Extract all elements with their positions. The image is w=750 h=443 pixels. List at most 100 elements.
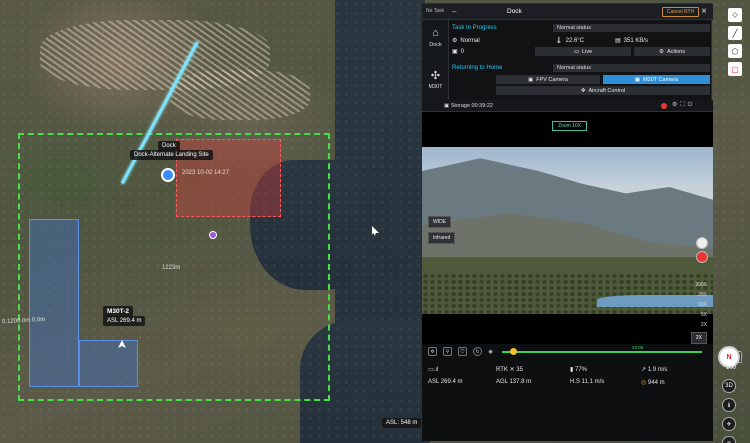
drone-device[interactable]: ✣ M30T: [422, 68, 449, 91]
dock-device[interactable]: ⌂ Dock: [422, 26, 449, 48]
dock-status-text: Normal status: [557, 25, 591, 31]
m30t-camera-button[interactable]: ▣ M30T Camera: [603, 75, 710, 84]
pin-tool-icon[interactable]: ⬦: [728, 8, 742, 22]
live-button[interactable]: ▭ Live: [535, 47, 631, 56]
aircraft-control-label: Aircraft Control: [588, 87, 626, 94]
device-panel: No Task – Dock Cancel RTH × ⌂ Dock ✣ M30…: [421, 3, 713, 441]
playback-controls: ✲ ⚲ ⛉ ↻ ◉ 23:06: [422, 344, 713, 360]
line-tool-icon[interactable]: ╱: [728, 26, 742, 40]
task-area: Task In Progress Normal status ⚙ Normal 🌡…: [449, 20, 713, 104]
satellite-icon: ✕: [509, 367, 515, 373]
camera-feed[interactable]: Zoom 10X WIDE Infrared 200X 20X 10X 5X 2…: [422, 112, 713, 349]
camera-icon: ▣: [528, 76, 534, 83]
zoom-10x[interactable]: 10X: [698, 302, 707, 308]
zoom-2x-button[interactable]: 2X: [690, 332, 707, 344]
dock-mode-text: Normal: [460, 37, 480, 44]
info-icon[interactable]: ℹ: [722, 398, 736, 412]
actions-icon: ⚙: [659, 48, 664, 55]
battery-status: ▮ 77%: [570, 366, 587, 373]
timeline-thumb[interactable]: [510, 348, 517, 355]
rotate-icon[interactable]: ↻: [473, 347, 482, 356]
infrared-button[interactable]: Infrared: [428, 232, 456, 244]
aircraft-task-label: Returning to Home: [452, 65, 503, 71]
distance-readout: ◎ 944 m: [641, 379, 665, 386]
timeline-track[interactable]: [502, 351, 702, 353]
zoom-levels: 200X 20X 10X 5X 2X: [695, 282, 707, 328]
hs-readout: H.S 11.1 m/s: [570, 379, 605, 385]
polygon-tool-icon[interactable]: ⬠: [728, 44, 742, 58]
3d-icon[interactable]: 3D: [722, 379, 736, 393]
speed-text: 351 KB/s: [623, 37, 649, 44]
circle-tool-icon[interactable]: ▢: [728, 62, 742, 76]
storage-text: ▣ Storage 00:39:22: [444, 103, 493, 109]
cancel-rtb-button[interactable]: Cancel RTH: [662, 7, 700, 17]
waypoint-icon[interactable]: ◉: [486, 347, 495, 356]
wide-button[interactable]: WIDE: [428, 216, 452, 228]
device-column: ⌂ Dock ✣ M30T: [422, 20, 449, 104]
dock-device-label: Dock: [429, 42, 442, 48]
shield-icon[interactable]: ⛉: [458, 347, 467, 356]
video-settings-icons[interactable]: ⚙⛶⏻: [672, 101, 695, 109]
live-icon: ▭: [573, 48, 580, 55]
person-icon[interactable]: ⚲: [443, 347, 452, 356]
waypoint-marker[interactable]: [209, 231, 217, 239]
record-icon[interactable]: [661, 103, 667, 109]
map-view-tools: N 3D ℹ ✈ ◎: [718, 346, 740, 443]
dock-location-pin[interactable]: [161, 168, 175, 182]
agl-readout: AGL 137.8 m: [496, 379, 532, 385]
collapse-icon[interactable]: –: [452, 7, 456, 16]
wind-status: ↗ 1.9 m/s: [641, 366, 667, 373]
dock-count: ▣ 0: [452, 48, 465, 56]
camera-icon: ▣: [634, 76, 641, 83]
zoom-chip: Zoom 10X: [552, 121, 588, 131]
battery-text: 77%: [574, 367, 587, 373]
mode-icon: ⚙: [452, 38, 458, 44]
record-button[interactable]: [696, 251, 708, 263]
drone-icon: ✣: [430, 69, 441, 82]
panel-title: Dock: [507, 8, 522, 15]
dock-icon: ⌂: [432, 27, 439, 39]
map-scale: 100: [725, 365, 736, 371]
network-icon: ▤: [615, 38, 621, 44]
lock-icon: ▣: [444, 103, 451, 109]
gimbal-icon[interactable]: ✲: [428, 347, 437, 356]
fpv-label: FPV Camera: [536, 76, 568, 83]
distance-label: 1223m: [162, 265, 181, 271]
temperature-icon: 🌡: [555, 38, 563, 44]
zoom-2x[interactable]: 2X: [701, 322, 707, 328]
zoom-200x[interactable]: 200X: [695, 282, 707, 288]
plane-icon[interactable]: ✈: [722, 417, 736, 431]
panel-header: No Task – Dock Cancel RTH ×: [422, 4, 713, 20]
cancel-rtb-label: Cancel RTH: [667, 9, 695, 15]
storage-icon: ▣: [452, 49, 458, 55]
count-text: 0: [460, 48, 465, 55]
timeline-marker: 23:06: [632, 345, 644, 350]
dock-mode: ⚙ Normal: [452, 37, 480, 45]
aircraft-status-pill: Normal status: [553, 64, 710, 72]
fpv-camera-button[interactable]: ▣ FPV Camera: [496, 75, 600, 84]
zoom-5x[interactable]: 5X: [701, 312, 707, 318]
red-zone-label: 2023 10-02 14:27: [182, 170, 230, 176]
control-icon: ✥: [580, 87, 586, 94]
photo-button[interactable]: [696, 237, 708, 249]
dock-speed: ▤ 351 KB/s: [615, 37, 649, 45]
alt-site-label: Dock-Alternate Landing Site: [130, 150, 213, 160]
home-distance-icon: ◎: [641, 380, 648, 386]
distance-text: 944 m: [647, 380, 665, 386]
temperature-text: 22.6°C: [565, 37, 585, 44]
actions-button[interactable]: ⚙ Actions: [634, 47, 710, 56]
zoom-20x[interactable]: 20X: [698, 292, 707, 298]
close-icon[interactable]: ×: [701, 6, 707, 17]
live-label: Live: [582, 48, 593, 55]
bottom-asl-tag: ASL: 548 m: [382, 418, 422, 428]
dock-task-label: Task In Progress: [452, 25, 497, 31]
no-task-label: No Task: [426, 8, 444, 14]
rtk-status: RTK ✕ 35: [496, 366, 523, 373]
location-icon[interactable]: ◎: [722, 436, 736, 443]
drone-device-label: M30T: [428, 84, 443, 90]
aircraft-status-text: Normal status: [557, 65, 591, 71]
wind-icon: ↗: [641, 367, 648, 373]
drone-asl-tag: ASL 269.4 m: [103, 316, 146, 326]
aircraft-control-button[interactable]: ✥ Aircraft Control: [496, 86, 710, 95]
map-draw-tools: ⬦ ╱ ⬠ ▢: [728, 8, 742, 76]
